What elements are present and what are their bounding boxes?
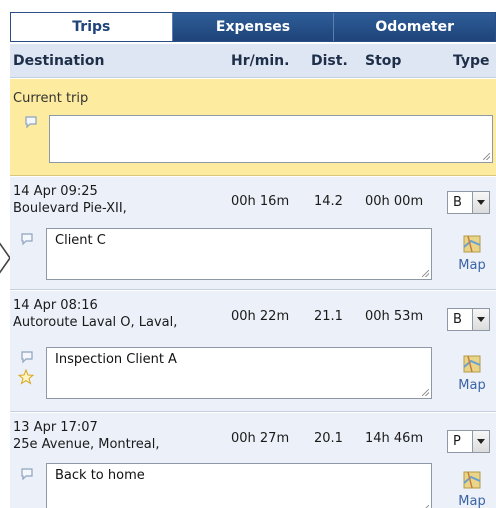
trip-row[interactable]: 13 Apr 17:07 25e Avenue, Montreal, 00h 2… <box>10 413 496 508</box>
star-icon[interactable] <box>18 369 34 385</box>
map-icon <box>463 235 481 253</box>
map-label[interactable]: Map <box>452 378 492 393</box>
speech-bubble-icon[interactable] <box>20 232 34 246</box>
current-trip-note-field[interactable] <box>49 115 493 163</box>
column-header: Destination Hr/min. Dist. Stop Type <box>10 44 496 78</box>
speech-bubble-icon[interactable] <box>20 467 34 481</box>
map-link[interactable]: Map <box>452 355 492 393</box>
trip-distance: 21.1 <box>314 309 343 324</box>
speech-bubble-icon[interactable] <box>20 350 34 364</box>
trip-type-select[interactable]: B <box>447 308 490 331</box>
trip-date: 13 Apr 17:07 <box>13 420 98 435</box>
trip-date: 14 Apr 09:25 <box>13 184 98 199</box>
chevron-down-icon[interactable] <box>472 309 489 330</box>
map-label[interactable]: Map <box>452 494 492 508</box>
trip-type-value: B <box>453 312 462 327</box>
header-dist[interactable]: Dist. <box>311 53 348 69</box>
chevron-down-icon[interactable] <box>472 192 489 213</box>
trip-stop: 14h 46m <box>365 431 424 446</box>
trip-note-field[interactable]: Client C <box>46 228 432 280</box>
tab-trips[interactable]: Trips <box>11 13 172 41</box>
trip-type-value: B <box>453 195 462 210</box>
trip-type-value: P <box>453 434 461 449</box>
trip-row[interactable]: 14 Apr 09:25 Boulevard Pie-XII, 00h 16m … <box>10 177 496 290</box>
trip-note-field[interactable]: Back to home <box>46 463 432 508</box>
speech-bubble-icon[interactable] <box>24 115 38 129</box>
header-destination[interactable]: Destination <box>13 53 104 69</box>
tab-odometer[interactable]: Odometer <box>333 13 496 41</box>
trip-type-select[interactable]: P <box>447 430 490 453</box>
trip-address: Boulevard Pie-XII, <box>13 201 127 216</box>
header-type[interactable]: Type <box>453 53 490 69</box>
current-trip-row: Current trip <box>10 79 496 176</box>
map-icon <box>463 355 481 373</box>
trip-stop: 00h 53m <box>365 309 424 324</box>
header-stop[interactable]: Stop <box>365 53 401 69</box>
trip-row[interactable]: 14 Apr 08:16 Autoroute Laval O, Laval, 0… <box>10 291 496 412</box>
trip-duration: 00h 16m <box>231 194 290 209</box>
trip-stop: 00h 00m <box>365 194 424 209</box>
trip-date: 14 Apr 08:16 <box>13 298 98 313</box>
tab-bar: Trips Expenses Odometer <box>10 12 496 42</box>
map-link[interactable]: Map <box>452 235 492 273</box>
trip-duration: 00h 27m <box>231 431 290 446</box>
trip-distance: 14.2 <box>314 194 343 209</box>
chevron-down-icon[interactable] <box>472 431 489 452</box>
trip-distance: 20.1 <box>314 431 343 446</box>
trip-address: Autoroute Laval O, Laval, <box>13 315 178 330</box>
trip-type-select[interactable]: B <box>447 191 490 214</box>
map-icon <box>463 471 481 489</box>
trip-address: 25e Avenue, Montreal, <box>13 437 160 452</box>
map-label[interactable]: Map <box>452 258 492 273</box>
map-link[interactable]: Map <box>452 471 492 508</box>
tab-expenses[interactable]: Expenses <box>171 13 334 41</box>
current-trip-title: Current trip <box>13 91 89 106</box>
header-hr-min[interactable]: Hr/min. <box>231 53 289 69</box>
trip-note-field[interactable]: Inspection Client A <box>46 347 432 399</box>
trip-duration: 00h 22m <box>231 309 290 324</box>
